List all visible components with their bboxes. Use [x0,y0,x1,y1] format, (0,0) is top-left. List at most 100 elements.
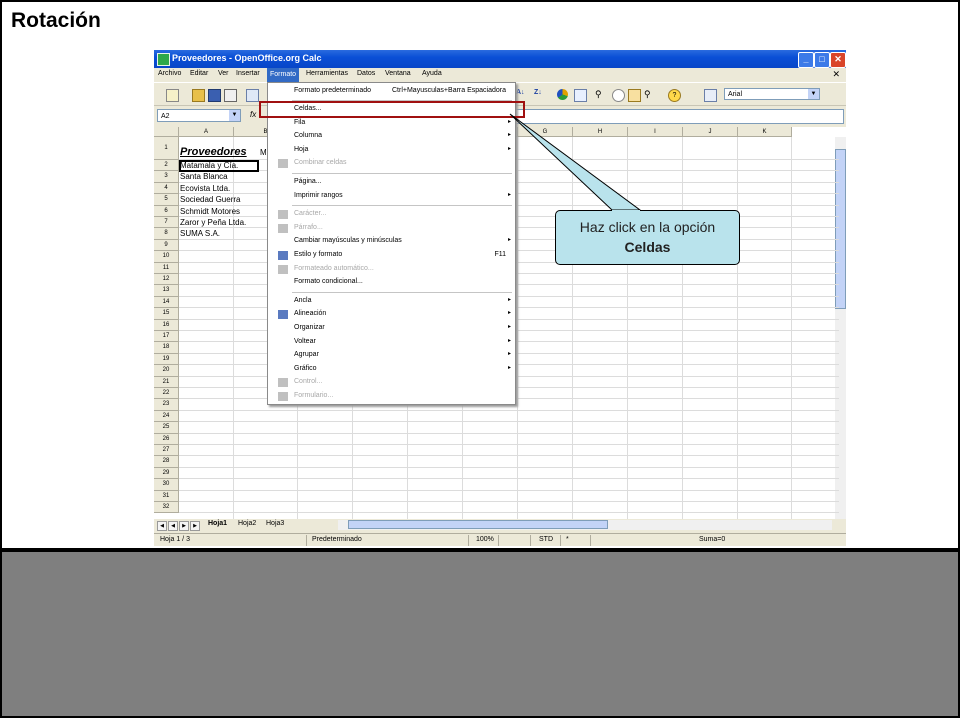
row-header-31[interactable]: 31 [154,490,179,502]
menu-herramientas[interactable]: Herramientas [306,70,348,77]
cell-a7[interactable]: Zaror y Peña Ltda. [180,218,246,227]
row-header-10[interactable]: 10 [154,251,179,263]
menu-item-estilo-y-formato[interactable]: Estilo y formato F11 [268,249,515,262]
find-replace-icon[interactable]: ⚲ [595,89,606,100]
row-header-13[interactable]: 13 [154,285,179,297]
menu-archivo[interactable]: Archivo [158,70,181,77]
menu-item-fila[interactable]: Fila ▸ [268,117,515,130]
maximize-button[interactable]: □ [814,52,830,68]
row-header-3[interactable]: 3 [154,171,179,183]
row-header-17[interactable]: 17 [154,331,179,343]
close-button[interactable]: ✕ [830,52,846,68]
horizontal-scrollbar[interactable] [338,520,832,530]
chevron-down-icon[interactable]: ▼ [229,110,240,121]
cell-a4[interactable]: Ecovista Ltda. [180,184,230,193]
cell-a3[interactable]: Santa Blanca [180,172,228,181]
menu-datos[interactable]: Datos [357,70,375,77]
row-header-11[interactable]: 11 [154,262,179,274]
row-header-5[interactable]: 5 [154,194,179,206]
cell-a8[interactable]: SUMA S.A. [180,229,220,238]
first-sheet-icon[interactable]: ◀ [157,521,167,531]
chevron-down-icon[interactable]: ▼ [808,89,819,99]
function-wizard-icon[interactable]: fx [250,110,256,119]
row-header-14[interactable]: 14 [154,296,179,309]
menu-insertar[interactable]: Insertar [236,70,260,77]
column-header-j[interactable]: J [683,127,738,137]
row-header-7[interactable]: 7 [154,217,179,229]
menu-item-ancla[interactable]: Ancla ▸ [268,295,515,308]
data-sources-icon[interactable] [628,89,641,102]
menu-item-imprimir-rangos[interactable]: Imprimir rangos ▸ [268,190,515,203]
menu-ver[interactable]: Ver [218,70,229,77]
edit-file-icon[interactable] [246,89,259,102]
row-header-2[interactable]: 2 [154,160,179,172]
column-header-h[interactable]: H [573,127,628,137]
row-header-26[interactable]: 26 [154,433,179,445]
styles-icon[interactable] [704,89,717,102]
menu-item-organizar[interactable]: Organizar ▸ [268,322,515,335]
column-header-a[interactable]: A [179,127,234,137]
menu-item-cambiar-mayúsculas-y-minúsculas[interactable]: Cambiar mayúsculas y minúsculas ▸ [268,235,515,248]
menu-ventana[interactable]: Ventana [385,70,411,77]
sheet-tab-hoja2[interactable]: Hoja2 [238,520,256,527]
menu-editar[interactable]: Editar [190,70,208,77]
status-page-style[interactable]: Predeterminado [312,536,362,543]
row-header-20[interactable]: 20 [154,365,179,377]
row-header-23[interactable]: 23 [154,399,179,411]
row-header-19[interactable]: 19 [154,353,179,366]
document-close-icon[interactable]: ✕ [832,69,840,80]
row-header-28[interactable]: 28 [154,456,179,468]
menu-formato[interactable]: Formato [267,68,300,82]
menu-ayuda[interactable]: Ayuda [422,70,442,77]
sheet-tab-hoja3[interactable]: Hoja3 [266,520,284,527]
gallery-icon[interactable] [612,89,625,102]
menu-item-formato-condicional[interactable]: Formato condicional... [268,276,515,289]
help-icon[interactable]: ? [668,89,681,102]
last-sheet-icon[interactable]: ▶ [190,521,200,531]
formula-input[interactable] [514,109,844,124]
menu-item-hoja[interactable]: Hoja ▸ [268,144,515,157]
row-header-8[interactable]: 8 [154,228,179,240]
sort-descending-icon[interactable]: Z↓ [534,89,545,100]
scroll-thumb[interactable] [348,520,608,529]
cell-a6[interactable]: Schmidt Motores [180,207,240,216]
status-zoom[interactable]: 100% [476,536,494,543]
cell-a1[interactable]: Proveedores [180,146,247,158]
row-header-6[interactable]: 6 [154,205,179,217]
menu-item-agrupar[interactable]: Agrupar ▸ [268,349,515,362]
next-sheet-icon[interactable]: ▶ [179,521,189,531]
menu-item-página[interactable]: Página... [268,176,515,189]
row-header-27[interactable]: 27 [154,445,179,457]
vertical-scrollbar[interactable] [835,137,846,527]
cell-a5[interactable]: Sociedad Guerra [180,195,240,204]
row-header-30[interactable]: 30 [154,479,179,491]
row-header-32[interactable]: 32 [154,502,179,514]
font-name-select[interactable]: Arial ▼ [724,88,820,100]
sheet-tab-hoja1[interactable]: Hoja1 [208,520,227,527]
save-icon[interactable] [208,89,221,102]
menu-item-gráfico[interactable]: Gráfico ▸ [268,363,515,376]
select-all-corner[interactable] [154,127,179,137]
status-selection-mode[interactable]: STD [539,536,553,543]
minimize-button[interactable]: _ [798,52,814,68]
column-header-g[interactable]: G [518,127,573,137]
email-icon[interactable] [224,89,237,102]
row-header-1[interactable]: 1 [154,137,179,160]
row-header-29[interactable]: 29 [154,467,179,480]
name-box[interactable]: A2 ▼ [157,109,241,122]
menu-item-columna[interactable]: Columna ▸ [268,130,515,143]
row-header-18[interactable]: 18 [154,342,179,354]
menu-item-voltear[interactable]: Voltear ▸ [268,336,515,349]
row-header-16[interactable]: 16 [154,319,179,331]
row-header-4[interactable]: 4 [154,182,179,195]
navigator-icon[interactable] [574,89,587,102]
sort-ascending-icon[interactable]: A↓ [516,89,527,100]
row-header-22[interactable]: 22 [154,388,179,400]
open-folder-icon[interactable] [192,89,205,102]
menu-item-alineación[interactable]: Alineación ▸ [268,308,515,321]
row-header-24[interactable]: 24 [154,410,179,423]
prev-sheet-icon[interactable]: ◀ [168,521,178,531]
chart-icon[interactable] [557,89,568,100]
row-header-9[interactable]: 9 [154,239,179,252]
row-header-12[interactable]: 12 [154,274,179,286]
